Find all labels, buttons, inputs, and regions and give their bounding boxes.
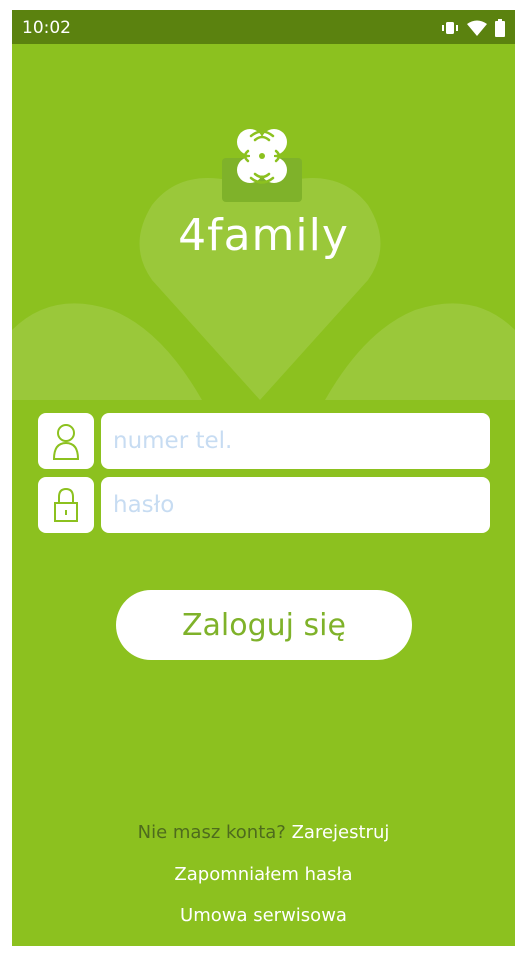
app-title: 4family [178, 210, 349, 261]
clover-signal-logo [222, 129, 302, 202]
phone-number-input[interactable] [101, 413, 490, 469]
no-account-text: Nie masz konta? [137, 822, 286, 843]
forgot-password-link[interactable]: Zapomniałem hasła [12, 864, 515, 885]
phone-field-row [38, 413, 490, 469]
password-input[interactable] [101, 477, 490, 533]
password-field-row [38, 477, 490, 533]
login-button[interactable]: Zaloguj się [116, 590, 412, 660]
register-prompt: Nie masz konta? Zarejestruj [12, 822, 515, 843]
service-agreement-link[interactable]: Umowa serwisowa [12, 905, 515, 926]
lock-icon [38, 477, 94, 533]
user-icon [38, 413, 94, 469]
app-screen: 10:02 4family numer tel. Zaloguj się Nie… [12, 10, 515, 946]
register-link[interactable]: Zarejestruj [292, 822, 390, 843]
